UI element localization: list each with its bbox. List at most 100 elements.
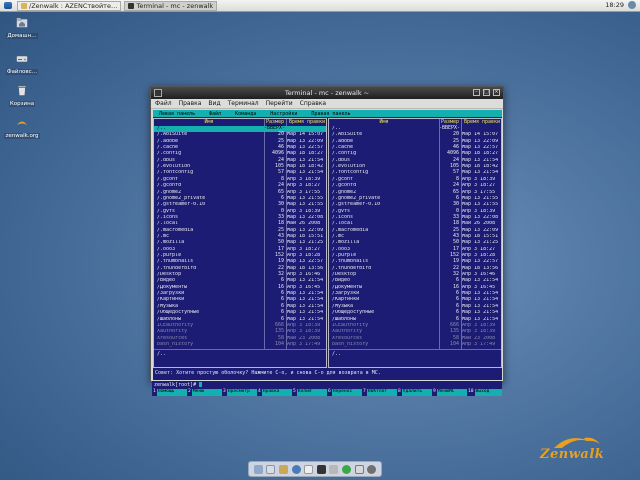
file-row[interactable]: /.AbiSuite 20 Мар 14 15:07 — [329, 131, 501, 138]
desktop-icon-trash[interactable]: Корзина — [2, 85, 42, 107]
file-row[interactable]: /.purple 152 Апр 3 18:28 — [154, 252, 326, 259]
function-key-f5[interactable]: 5 Копия — [292, 389, 327, 396]
mc-menu-command[interactable]: Команда — [235, 111, 256, 117]
applications-menu-button[interactable] — [2, 1, 14, 11]
clock[interactable]: 18:29 — [605, 1, 624, 9]
file-row[interactable]: /Картинки 6 Мар 13 21:54 — [154, 297, 326, 303]
function-key-f1[interactable]: 1 Помощь — [152, 389, 187, 396]
file-row[interactable]: /.config 4096 Мар 18 18:27 — [154, 150, 326, 157]
file-row[interactable]: /.cache 46 Мар 13 22:57 — [154, 144, 326, 151]
file-row[interactable]: /.gnome2_private 6 Мар 13 21:55 — [154, 195, 326, 202]
file-row[interactable]: /.fontconfig 57 Мар 13 21:54 — [329, 170, 501, 176]
file-row[interactable]: /.dbus 24 Мар 13 21:54 — [154, 157, 326, 164]
file-row[interactable]: /.icons 33 Мар 13 22:08 — [329, 214, 501, 221]
menu-terminal[interactable]: Терминал — [228, 100, 259, 107]
right-file-panel[interactable]: Имя Размер Время правки /.. -ВВЕРХ-/.AbiS… — [328, 118, 502, 368]
menu-edit[interactable]: Правка — [179, 100, 202, 107]
file-row[interactable]: /Музыка 6 Мар 13 21:54 — [329, 303, 501, 310]
file-row[interactable]: /.gconf 8 Апр 3 18:39 — [154, 176, 326, 183]
file-row[interactable]: /Видео 6 Мар 13 21:54 — [329, 277, 501, 284]
file-row[interactable]: bash_history 104 Апр 3 17:49 — [154, 341, 326, 348]
file-row[interactable]: /Видео 6 Мар 13 21:54 — [154, 277, 326, 284]
taskbar-button-file-manager[interactable]: /Zenwalk : AZENCтвойте… — [17, 0, 122, 11]
file-row[interactable]: /.gconfd 24 Апр 3 18:27 — [154, 182, 326, 189]
mixer-icon[interactable] — [329, 464, 339, 474]
file-row[interactable]: /Загрузки 6 Мар 13 21:54 — [329, 290, 501, 297]
file-row[interactable]: Xauthority 135 Апр 3 18:39 — [329, 328, 501, 335]
column-header-time[interactable]: Время правки — [462, 119, 502, 125]
file-row[interactable]: /.gconf 8 Апр 3 18:39 — [329, 176, 501, 183]
mc-menu-right[interactable]: Правая панель — [311, 111, 350, 117]
file-row[interactable]: /Документы 16 Апр 3 16:45 — [154, 284, 326, 291]
mc-command-line[interactable]: zenwalk[root]# — [152, 381, 502, 389]
file-row[interactable]: /.AbiSuite 20 Мар 14 15:07 — [154, 131, 326, 138]
function-key-f9[interactable]: 9 МенюМС — [432, 389, 467, 396]
file-row[interactable]: /Картинки 6 Мар 13 21:54 — [329, 297, 501, 303]
file-row[interactable]: Xauthority 135 Апр 3 18:39 — [154, 328, 326, 335]
file-row[interactable]: /.. -ВВЕРХ- — [329, 125, 501, 132]
folder-icon[interactable] — [278, 464, 288, 474]
email-icon[interactable] — [266, 464, 276, 474]
file-row[interactable]: /.gnome2_private 6 Мар 13 21:55 — [329, 195, 501, 202]
gear-icon[interactable] — [367, 464, 377, 474]
desktop-icon-filesystem[interactable]: Файловс… — [2, 53, 42, 75]
file-row[interactable]: /.config 4096 Мар 18 18:27 — [329, 150, 501, 157]
column-header-name[interactable]: Имя — [154, 119, 264, 125]
desktop-icon-home[interactable]: Домашн… — [2, 17, 42, 39]
file-row[interactable]: ICEauthority 666 Апр 3 18:39 — [154, 322, 326, 329]
mc-menu-left[interactable]: Левая панель — [159, 111, 195, 117]
file-row[interactable]: /.ooo3 17 Апр 3 18:27 — [329, 246, 501, 253]
file-row[interactable]: /.ooo3 17 Апр 3 18:27 — [154, 246, 326, 253]
file-row[interactable]: /.mc 43 Мар 18 15:51 — [154, 233, 326, 240]
function-key-f10[interactable]: 10 Выход — [467, 389, 502, 396]
function-key-f7[interactable]: 7 НвКтлог — [362, 389, 397, 396]
file-row[interactable]: /.gnome2 65 Апр 3 17:55 — [154, 189, 326, 196]
file-row[interactable]: /.thumbnails 19 Мар 13 22:57 — [329, 258, 501, 265]
chat-icon[interactable] — [354, 464, 364, 474]
file-row[interactable]: /.icons 33 Мар 13 22:08 — [154, 214, 326, 221]
function-key-f8[interactable]: 8 Удалить — [397, 389, 432, 396]
file-row[interactable]: /.cache 46 Мар 13 22:57 — [329, 144, 501, 151]
file-row[interactable]: /.gstreamer-0.10 30 Мар 13 21:55 — [329, 201, 501, 208]
file-row[interactable]: /.local 18 Май 26 2008 — [154, 220, 326, 227]
file-row[interactable]: Xresources 58 Май 23 2008 — [329, 335, 501, 342]
window-menu-icon[interactable] — [154, 89, 162, 97]
terminal-icon[interactable] — [316, 464, 326, 474]
file-row[interactable]: /.mozilla 50 Мар 13 21:25 — [154, 239, 326, 246]
menu-help[interactable]: Справка — [300, 100, 326, 107]
file-row[interactable]: /.gnome2 65 Апр 3 17:55 — [329, 189, 501, 196]
green-globe-icon[interactable] — [341, 464, 351, 474]
function-key-f4[interactable]: 4 Правка — [257, 389, 292, 396]
file-row[interactable]: /.evolution 105 Мар 18 18:42 — [329, 163, 501, 170]
file-row[interactable]: /.purple 152 Апр 3 18:28 — [329, 252, 501, 259]
file-row[interactable]: Xresources 58 Май 23 2008 — [154, 335, 326, 342]
file-row[interactable]: /.thunderbird 22 Мар 18 13:56 — [154, 265, 326, 272]
file-row[interactable]: /.fontconfig 57 Мар 13 21:54 — [154, 170, 326, 176]
menu-go[interactable]: Перейти — [266, 100, 293, 107]
file-row[interactable]: /.local 18 Май 26 2008 — [329, 220, 501, 227]
mc-menu-options[interactable]: Настройки — [270, 111, 297, 117]
file-row[interactable]: /Шаблоны 6 Мар 13 21:54 — [329, 316, 501, 323]
column-header-time[interactable]: Время правки — [287, 119, 327, 125]
file-row[interactable]: /.evolution 105 Мар 18 18:42 — [154, 163, 326, 170]
close-icon[interactable]: × — [493, 89, 500, 96]
file-row[interactable]: /Общедоступные 6 Мар 13 21:54 — [329, 309, 501, 316]
function-key-f2[interactable]: 2 Меню — [187, 389, 222, 396]
finder-icon[interactable] — [253, 464, 263, 474]
left-file-panel[interactable]: Имя Размер Время правки /.. -ВВЕРХ-/.AbiS… — [153, 118, 327, 368]
file-row[interactable]: /.thumbnails 19 Мар 13 22:57 — [154, 258, 326, 265]
file-row[interactable]: /.gvfs 0 Апр 3 18:39 — [329, 208, 501, 215]
file-row[interactable]: /.thunderbird 22 Мар 18 13:56 — [329, 265, 501, 272]
file-row[interactable]: ICEauthority 666 Апр 3 18:39 — [329, 322, 501, 329]
function-key-f3[interactable]: 3 Просмотр — [222, 389, 257, 396]
file-row[interactable]: /Desktop 32 Апр 3 16:46 — [154, 271, 326, 278]
network-icon[interactable] — [628, 1, 636, 9]
mc-menu-file[interactable]: Файл — [209, 111, 221, 117]
file-row[interactable]: /.gvfs 0 Апр 3 18:39 — [154, 208, 326, 215]
desktop-icon-zenwalk-org[interactable]: zenwalk.org — [2, 117, 42, 139]
file-row[interactable]: /.gconfd 24 Апр 3 18:27 — [329, 182, 501, 189]
file-row[interactable]: /.adobe 25 Мар 13 22:09 — [329, 138, 501, 145]
file-row[interactable]: /.macromedia 25 Мар 13 22:09 — [154, 227, 326, 234]
menu-view[interactable]: Вид — [208, 100, 220, 107]
file-row[interactable]: /Desktop 32 Апр 3 16:46 — [329, 271, 501, 278]
